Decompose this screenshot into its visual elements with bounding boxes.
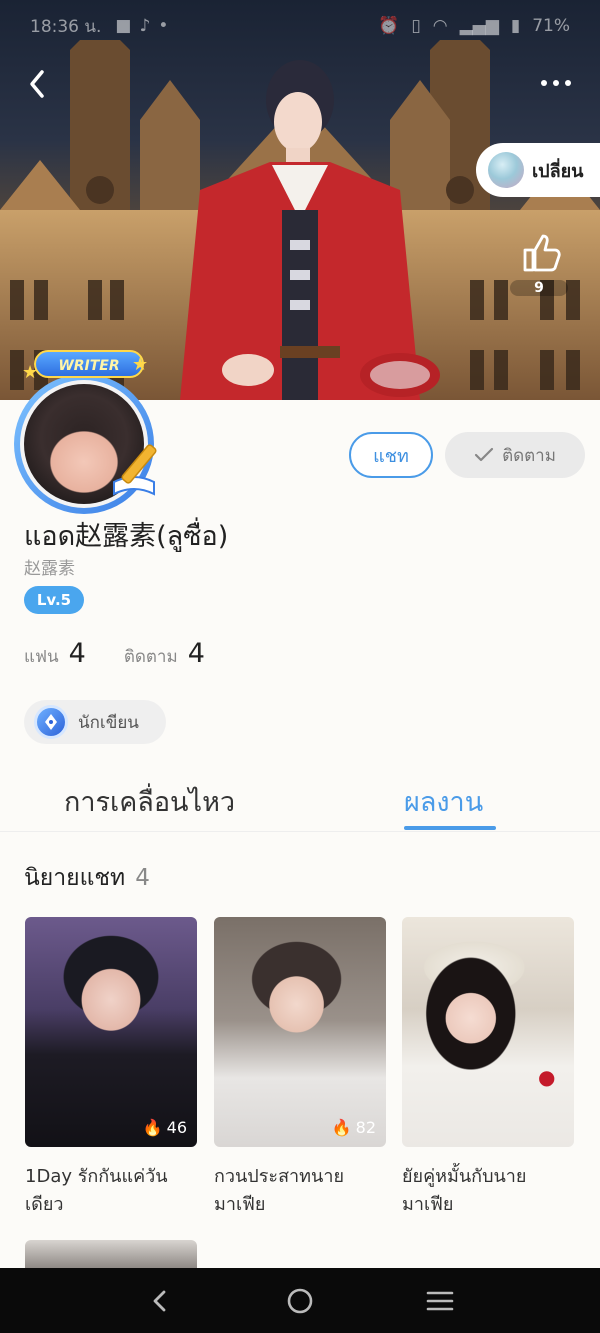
work-card[interactable]: 🔥 46 1Day รักกันแค่วัน เดียว	[25, 917, 197, 1219]
vibrate-icon: ▯	[411, 16, 421, 36]
switch-character-avatar	[488, 152, 524, 188]
signal-icon: ▂▄▆	[459, 16, 499, 36]
tab-works[interactable]: ผลงาน	[404, 780, 483, 823]
pen-book-icon	[113, 444, 157, 496]
battery-percent: 71%	[532, 16, 570, 36]
star-icon: ★	[22, 362, 39, 383]
role-label: นักเขียน	[78, 712, 139, 733]
nav-menu-icon[interactable]	[425, 1286, 455, 1316]
following-label[interactable]: ติดตาม	[124, 643, 178, 670]
fans-count[interactable]: 4	[69, 638, 86, 669]
level-badge: Lv.5	[24, 586, 84, 614]
tiktok-notification-icon: ♪	[139, 16, 151, 36]
wifi-icon: ◠	[432, 16, 448, 36]
status-time: 18:36 น.	[30, 16, 102, 37]
work-title: 1Day รักกันแค่วัน เดียว	[25, 1166, 168, 1215]
like-button[interactable]: 9	[510, 230, 570, 302]
check-icon	[474, 447, 494, 462]
follow-button-label: ติดตาม	[502, 445, 556, 466]
fire-icon: 🔥	[331, 1118, 352, 1137]
section-title: นิยายแชท	[24, 865, 126, 891]
nav-home-icon[interactable]	[285, 1286, 315, 1316]
banner-background-image	[0, 40, 600, 400]
chat-button[interactable]: แชท	[349, 432, 433, 478]
active-tab-indicator	[404, 826, 496, 830]
profile-subname: 赵露素	[24, 559, 75, 579]
status-bar: 18:36 น. ■ ♪ • ⏰ ▯ ◠ ▂▄▆ ▮ 71%	[0, 0, 600, 52]
profile-tabs: การเคลื่อนไหว ผลงาน	[0, 770, 600, 832]
writer-badge: WRITER	[34, 350, 144, 378]
chat-button-label: แชท	[373, 445, 409, 467]
more-dots-icon	[541, 80, 547, 86]
battery-icon: ▮	[510, 16, 521, 36]
alarm-icon: ⏰	[378, 16, 400, 36]
tab-activity[interactable]: การเคลื่อนไหว	[64, 780, 235, 823]
dot-notification-icon: •	[158, 16, 169, 36]
pen-nib-icon	[34, 705, 68, 739]
switch-character-button[interactable]: เปลี่ยน	[476, 143, 600, 197]
profile-banner: 18:36 น. ■ ♪ • ⏰ ▯ ◠ ▂▄▆ ▮ 71% เปลี่ยน 9	[0, 0, 600, 400]
work-card[interactable]: ● ยัยคู่หมั้นกับนาย มาเฟีย	[402, 917, 574, 1219]
more-options-button[interactable]	[536, 68, 576, 98]
work-cover-image: ●	[402, 917, 574, 1147]
nav-back-icon[interactable]	[145, 1286, 175, 1316]
facebook-notification-icon: ■	[115, 16, 132, 36]
role-chip[interactable]: นักเขียน	[24, 700, 166, 744]
following-count[interactable]: 4	[188, 638, 205, 669]
profile-avatar[interactable]: WRITER ★ ★	[4, 348, 174, 514]
star-icon: ★	[132, 354, 149, 375]
work-cover-image	[25, 1240, 197, 1270]
fire-icon: 🔥	[142, 1118, 163, 1137]
section-count: 4	[135, 865, 150, 891]
work-cover-image: 🔥 46	[25, 917, 197, 1147]
work-title: ยัยคู่หมั้นกับนาย มาเฟีย	[402, 1166, 527, 1215]
section-header: นิยายแชท 4	[24, 860, 150, 896]
like-count: 9	[510, 280, 568, 296]
work-card[interactable]	[25, 1240, 197, 1270]
view-count: 🔥 82	[331, 1118, 376, 1137]
work-cover-image: 🔥 82	[214, 917, 386, 1147]
switch-label: เปลี่ยน	[532, 160, 584, 182]
view-count: 🔥 46	[142, 1118, 187, 1137]
follow-button[interactable]: ติดตาม	[445, 432, 585, 478]
back-button[interactable]	[20, 64, 60, 104]
cherry-icon: ●	[538, 1065, 556, 1089]
back-arrow-icon	[30, 70, 44, 98]
work-title: กวนประสาทนาย มาเฟีย	[214, 1166, 344, 1215]
profile-name: แอด赵露素(ลูซื่อ)	[24, 521, 229, 552]
profile-stats: แฟน 4 ติดตาม 4	[24, 638, 233, 670]
system-navigation-bar	[0, 1268, 600, 1333]
work-card[interactable]: 🔥 82 กวนประสาทนาย มาเฟีย	[214, 917, 386, 1219]
thumbs-up-icon	[523, 234, 561, 272]
fans-label[interactable]: แฟน	[24, 643, 59, 670]
